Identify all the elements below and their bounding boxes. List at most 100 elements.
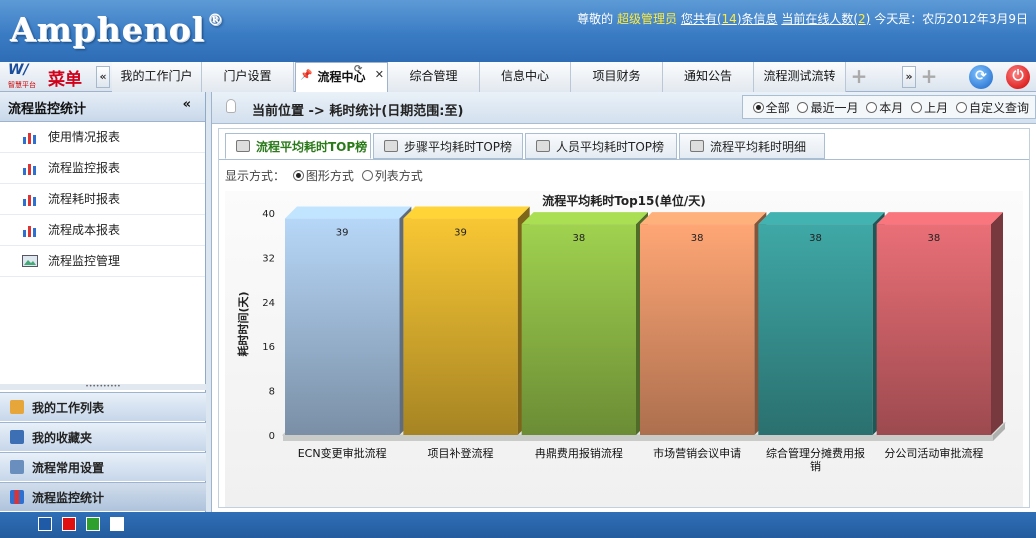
report-icon [384, 140, 398, 152]
report-content: 流程平均耗时TOP榜 步骤平均耗时TOP榜 人员平均耗时TOP榜 流程平均耗时明… [218, 128, 1030, 508]
report-icon [690, 140, 704, 152]
filter-custom[interactable]: 自定义查询 [952, 101, 1029, 115]
accordion-process-settings[interactable]: 流程常用设置 [0, 452, 206, 481]
bar-top [521, 212, 648, 225]
lightbulb-icon [226, 99, 236, 113]
radio-icon[interactable] [955, 102, 967, 113]
date-filter-group: 全部 最近一月 本月 上月 自定义查询 [741, 95, 1036, 119]
y-axis-label: 耗时时间(天) [236, 291, 250, 356]
filter-all[interactable]: 全部 [749, 101, 790, 115]
radio-icon[interactable] [866, 102, 878, 113]
power-icon[interactable]: ⏻ [1006, 65, 1030, 89]
report-icon [536, 140, 550, 152]
display-list-option[interactable]: 列表方式 [358, 169, 423, 183]
accordion-favorites[interactable]: 我的收藏夹 [0, 422, 206, 451]
tab-info-center[interactable]: 信息中心 [480, 62, 571, 92]
sidebar-item-cost-report[interactable]: 流程成本报表 [0, 215, 205, 246]
display-graphic-option[interactable]: 图形方式 [289, 169, 354, 183]
refresh-tab-icon[interactable]: ⟳ [354, 55, 362, 84]
theme-swatch-green[interactable] [86, 517, 100, 531]
sidebar-item-usage-report[interactable]: 使用情况报表 [0, 122, 205, 153]
close-tab-icon[interactable]: ✕ [375, 60, 384, 89]
image-icon [22, 255, 38, 267]
tab-portal-settings[interactable]: 门户设置 [202, 62, 294, 92]
filter-last-month[interactable]: 最近一月 [793, 101, 858, 115]
bar-top [876, 212, 1003, 225]
app-header: Amphenol ® 尊敬的 超级管理员 您共有(14)条信息 当前在线人数(2)… [0, 0, 1036, 62]
sidebar-title: 流程监控统计 [8, 102, 87, 117]
x-tick-label: ECN变更审批流程 [298, 446, 387, 460]
bar-value-label: 38 [927, 233, 940, 244]
accordion-process-monitoring[interactable]: 流程监控统计 [0, 482, 206, 511]
tab-general-management[interactable]: 综合管理 [388, 62, 480, 92]
sidebar-item-monitor-report[interactable]: 流程监控报表 [0, 153, 205, 184]
bar-value-label: 39 [336, 228, 349, 239]
subtab-process-avg-top[interactable]: 流程平均耗时TOP榜 [225, 133, 371, 159]
tab-notices[interactable]: 通知公告 [663, 62, 754, 92]
bar-top [758, 212, 885, 225]
messages-link[interactable]: 您共有(14)条信息 [681, 12, 778, 26]
radio-icon[interactable] [752, 102, 764, 113]
filter-this-month[interactable]: 本月 [862, 101, 903, 115]
radio-icon[interactable] [797, 102, 809, 113]
x-tick-label: 分公司活动审批流程 [884, 446, 983, 460]
bar-value-label: 38 [691, 233, 704, 244]
sidebar: 流程监控统计 « 使用情况报表 流程监控报表 流程耗时报表 流程成本报表 流程监… [0, 92, 206, 512]
tab-process-center[interactable]: 📌 ⟳ 流程中心 ✕ [295, 62, 388, 92]
subtab-process-avg-detail[interactable]: 流程平均耗时明细 [679, 133, 825, 159]
user-info-bar: 尊敬的 超级管理员 您共有(14)条信息 当前在线人数(2) 今天是：农历201… [577, 10, 1028, 27]
pin-icon[interactable]: 📌 [300, 61, 312, 90]
x-tick-label: 销 [810, 459, 821, 473]
sidebar-splitter[interactable]: •••••••••• [0, 384, 206, 390]
breadcrumb-text: 当前位置 -> 耗时统计(日期范围:至) [252, 104, 464, 119]
filter-previous-month[interactable]: 上月 [907, 101, 948, 115]
radio-icon[interactable] [911, 102, 923, 113]
x-tick-label: 市场营销会议申请 [653, 446, 741, 460]
module-tab-bar: W/ 智慧平台 菜单 « 我的工作门户 门户设置 📌 ⟳ 流程中心 ✕ 综合管理… [0, 62, 1036, 92]
theme-swatch-white[interactable] [110, 517, 124, 531]
greeting-text: 尊敬的 [577, 12, 614, 26]
tabs-scroll-left-button[interactable]: « [96, 66, 110, 88]
chart-base-front [283, 435, 993, 441]
y-tick-label: 40 [262, 209, 275, 220]
y-tick-label: 8 [269, 387, 275, 398]
bar-chart-icon [23, 195, 36, 206]
main-panel: 当前位置 -> 耗时统计(日期范围:至) 全部 最近一月 本月 上月 自定义查询… [212, 92, 1036, 512]
collapse-sidebar-icon[interactable]: « [183, 97, 191, 112]
theme-swatch-red[interactable] [62, 517, 76, 531]
subtab-user-avg-top[interactable]: 人员平均耗时TOP榜 [525, 133, 677, 159]
display-mode: 显示方式： 图形方式 列表方式 [225, 169, 423, 183]
add-tab-icon[interactable]: + [848, 66, 870, 88]
radio-icon[interactable] [292, 170, 304, 181]
bar-chart-icon [10, 490, 24, 504]
sidebar-item-time-report[interactable]: 流程耗时报表 [0, 184, 205, 215]
bar-chart: 流程平均耗时Top15(单位/天) 0 8 16 24 32 40 耗时时间(天) 39 ECN变… [236, 193, 1007, 473]
y-tick-label: 16 [262, 342, 275, 353]
radio-icon[interactable] [361, 170, 373, 181]
theme-swatch-blue[interactable] [38, 517, 52, 531]
tab-process-test[interactable]: 流程测试流转 [754, 62, 846, 92]
book-icon [10, 430, 24, 444]
x-tick-label: 综合管理分摊费用报 [766, 446, 865, 460]
bar-top [285, 206, 412, 219]
online-users-link[interactable]: 当前在线人数(2) [781, 12, 870, 26]
chart-area: 流程平均耗时Top15(单位/天) 0 8 16 24 32 40 耗时时间(天) 39 ECN变… [225, 191, 1023, 507]
subtab-step-avg-top[interactable]: 步骤平均耗时TOP榜 [373, 133, 523, 159]
bar-top [640, 212, 767, 225]
sidebar-item-monitor-manage[interactable]: 流程监控管理 [0, 246, 205, 277]
menu-label: 菜单 [48, 70, 82, 90]
tab-my-portal[interactable]: 我的工作门户 [112, 62, 202, 92]
add-tab-right-icon[interactable]: + [918, 66, 940, 88]
accordion-my-work-list[interactable]: 我的工作列表 [0, 392, 206, 421]
menu-logo[interactable]: W/ 智慧平台 菜单 [4, 62, 92, 92]
tabs-scroll-right-button[interactable]: » [902, 66, 916, 88]
bar-value-label: 38 [809, 233, 822, 244]
bar [876, 224, 991, 435]
refresh-icon[interactable]: ⟳ [969, 65, 993, 89]
x-tick-label: 冉鼎费用报销流程 [535, 446, 623, 460]
footer-bar [0, 512, 1036, 538]
tab-project-finance[interactable]: 项目财务 [571, 62, 663, 92]
bar-chart-icon [23, 133, 36, 144]
bar-side [991, 212, 1003, 435]
bar-chart-icon [23, 226, 36, 237]
